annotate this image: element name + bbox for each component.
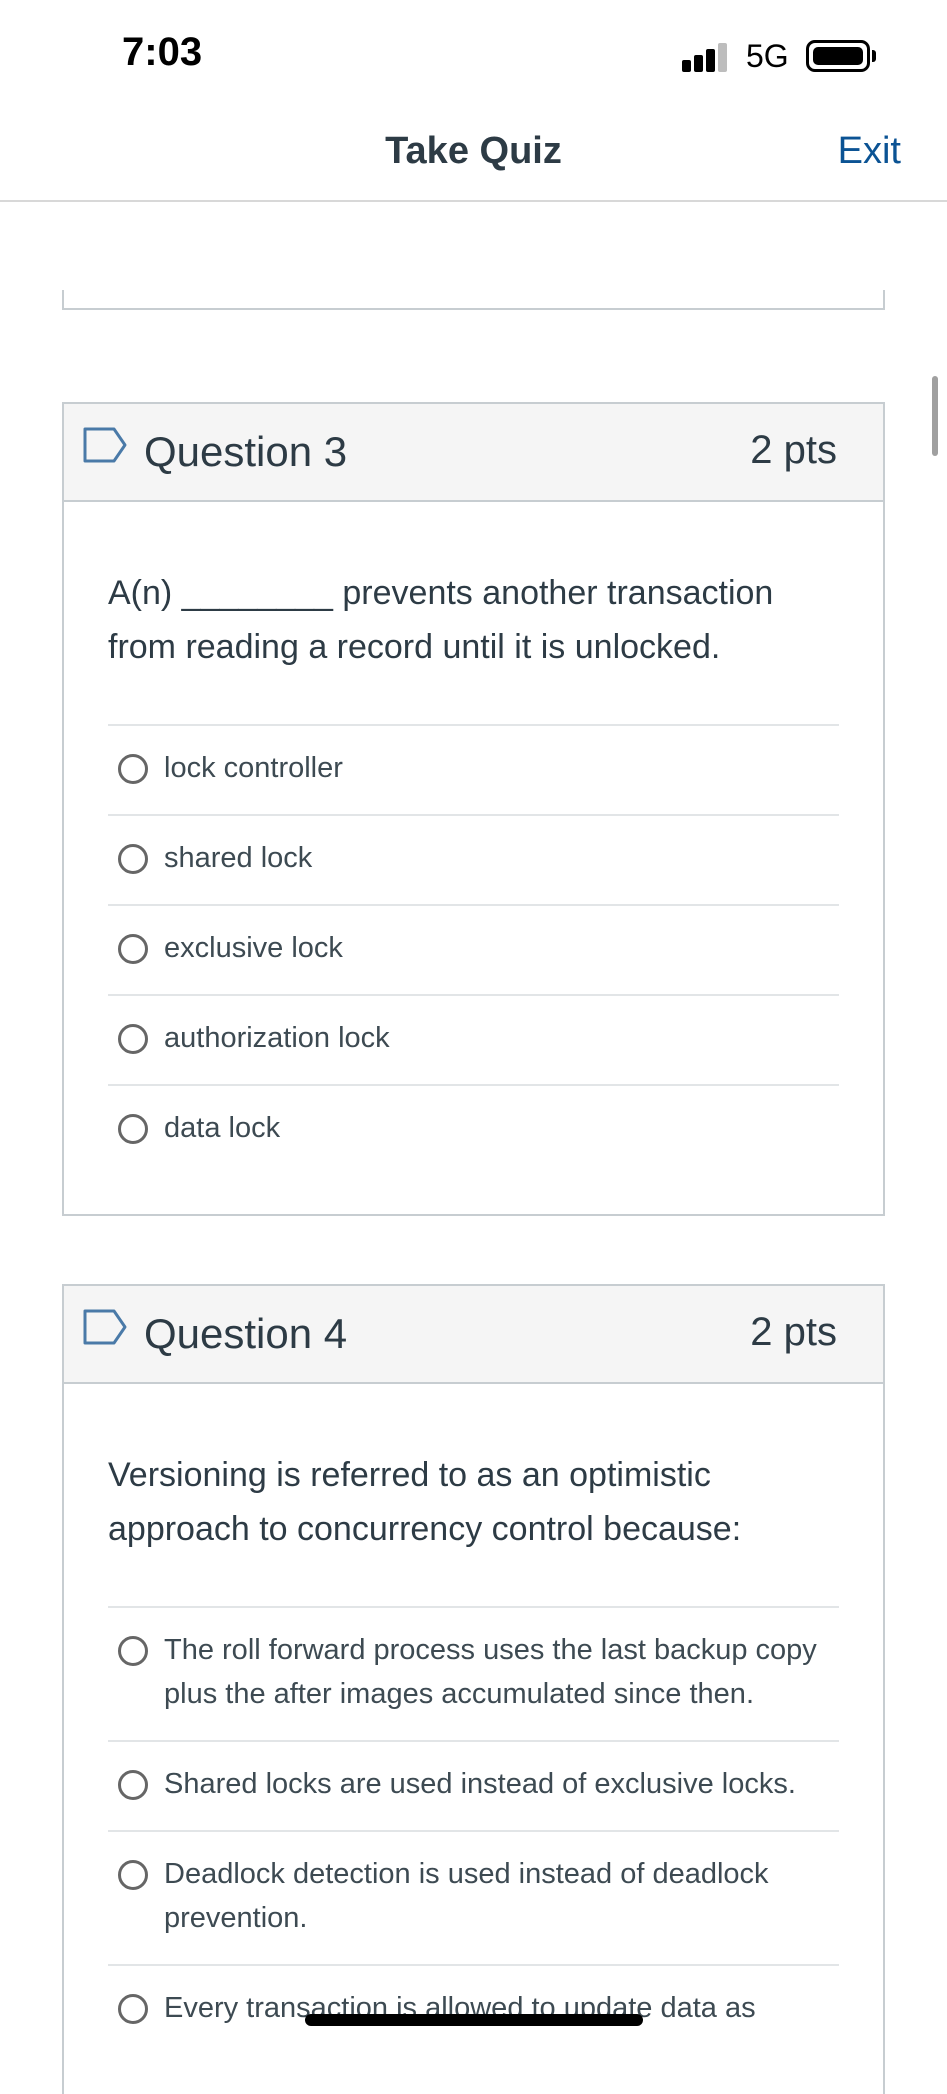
status-bar: 7:03 5G bbox=[0, 0, 947, 110]
answer-list: lock controller shared lock exclusive lo… bbox=[108, 724, 839, 1174]
question-card-4: Question 4 2 pts Versioning is referred … bbox=[62, 1284, 885, 2094]
nav-bar: Take Quiz Exit bbox=[0, 110, 947, 202]
answer-option[interactable]: lock controller bbox=[108, 724, 839, 814]
question-header: Question 3 2 pts bbox=[64, 404, 883, 502]
signal-icon bbox=[682, 42, 730, 72]
answer-option[interactable]: Every transaction is allowed to update d… bbox=[108, 1964, 839, 2054]
radio-button[interactable] bbox=[118, 1994, 148, 2024]
status-time: 7:03 bbox=[122, 30, 203, 74]
answer-label: Shared locks are used instead of exclusi… bbox=[164, 1768, 796, 1800]
page-title: Take Quiz bbox=[385, 130, 562, 172]
question-body: A(n) ________ prevents another transacti… bbox=[64, 502, 883, 1214]
radio-button[interactable] bbox=[118, 844, 148, 874]
answer-option[interactable]: authorization lock bbox=[108, 994, 839, 1084]
previous-question-edge bbox=[62, 290, 885, 310]
question-title: Question 3 bbox=[144, 428, 348, 475]
radio-button[interactable] bbox=[118, 1860, 148, 1890]
radio-button[interactable] bbox=[118, 1636, 148, 1666]
question-points: 2 pts bbox=[750, 428, 837, 472]
flag-icon[interactable] bbox=[82, 1308, 128, 1346]
answer-option[interactable]: Deadlock detection is used instead of de… bbox=[108, 1830, 839, 1964]
question-body: Versioning is referred to as an optimist… bbox=[64, 1384, 883, 2094]
answer-list: The roll forward process uses the last b… bbox=[108, 1606, 839, 2054]
answer-label: shared lock bbox=[164, 842, 313, 874]
answer-option[interactable]: shared lock bbox=[108, 814, 839, 904]
answer-option[interactable]: Shared locks are used instead of exclusi… bbox=[108, 1740, 839, 1830]
answer-label: lock controller bbox=[164, 752, 343, 784]
question-points: 2 pts bbox=[750, 1310, 837, 1354]
question-title: Question 4 bbox=[144, 1310, 348, 1357]
scrollbar[interactable] bbox=[932, 376, 938, 456]
answer-label: The roll forward process uses the last b… bbox=[164, 1634, 817, 1710]
answer-option[interactable]: exclusive lock bbox=[108, 904, 839, 994]
question-text: Versioning is referred to as an optimist… bbox=[108, 1456, 742, 1548]
battery-icon bbox=[806, 40, 876, 72]
flag-icon[interactable] bbox=[82, 426, 128, 464]
question-text: A(n) ________ prevents another transacti… bbox=[108, 574, 774, 666]
answer-label: exclusive lock bbox=[164, 932, 343, 964]
answer-label: Deadlock detection is used instead of de… bbox=[164, 1858, 769, 1934]
answer-label: data lock bbox=[164, 1112, 281, 1144]
question-header: Question 4 2 pts bbox=[64, 1286, 883, 1384]
radio-button[interactable] bbox=[118, 1770, 148, 1800]
network-label: 5G bbox=[746, 38, 789, 74]
exit-button[interactable]: Exit bbox=[838, 130, 901, 173]
answer-option[interactable]: The roll forward process uses the last b… bbox=[108, 1606, 839, 1740]
answer-option[interactable]: data lock bbox=[108, 1084, 839, 1174]
radio-button[interactable] bbox=[118, 754, 148, 784]
question-card-3: Question 3 2 pts A(n) ________ prevents … bbox=[62, 402, 885, 1216]
home-indicator[interactable] bbox=[305, 2014, 643, 2026]
answer-label: authorization lock bbox=[164, 1022, 390, 1054]
radio-button[interactable] bbox=[118, 1114, 148, 1144]
radio-button[interactable] bbox=[118, 934, 148, 964]
radio-button[interactable] bbox=[118, 1024, 148, 1054]
